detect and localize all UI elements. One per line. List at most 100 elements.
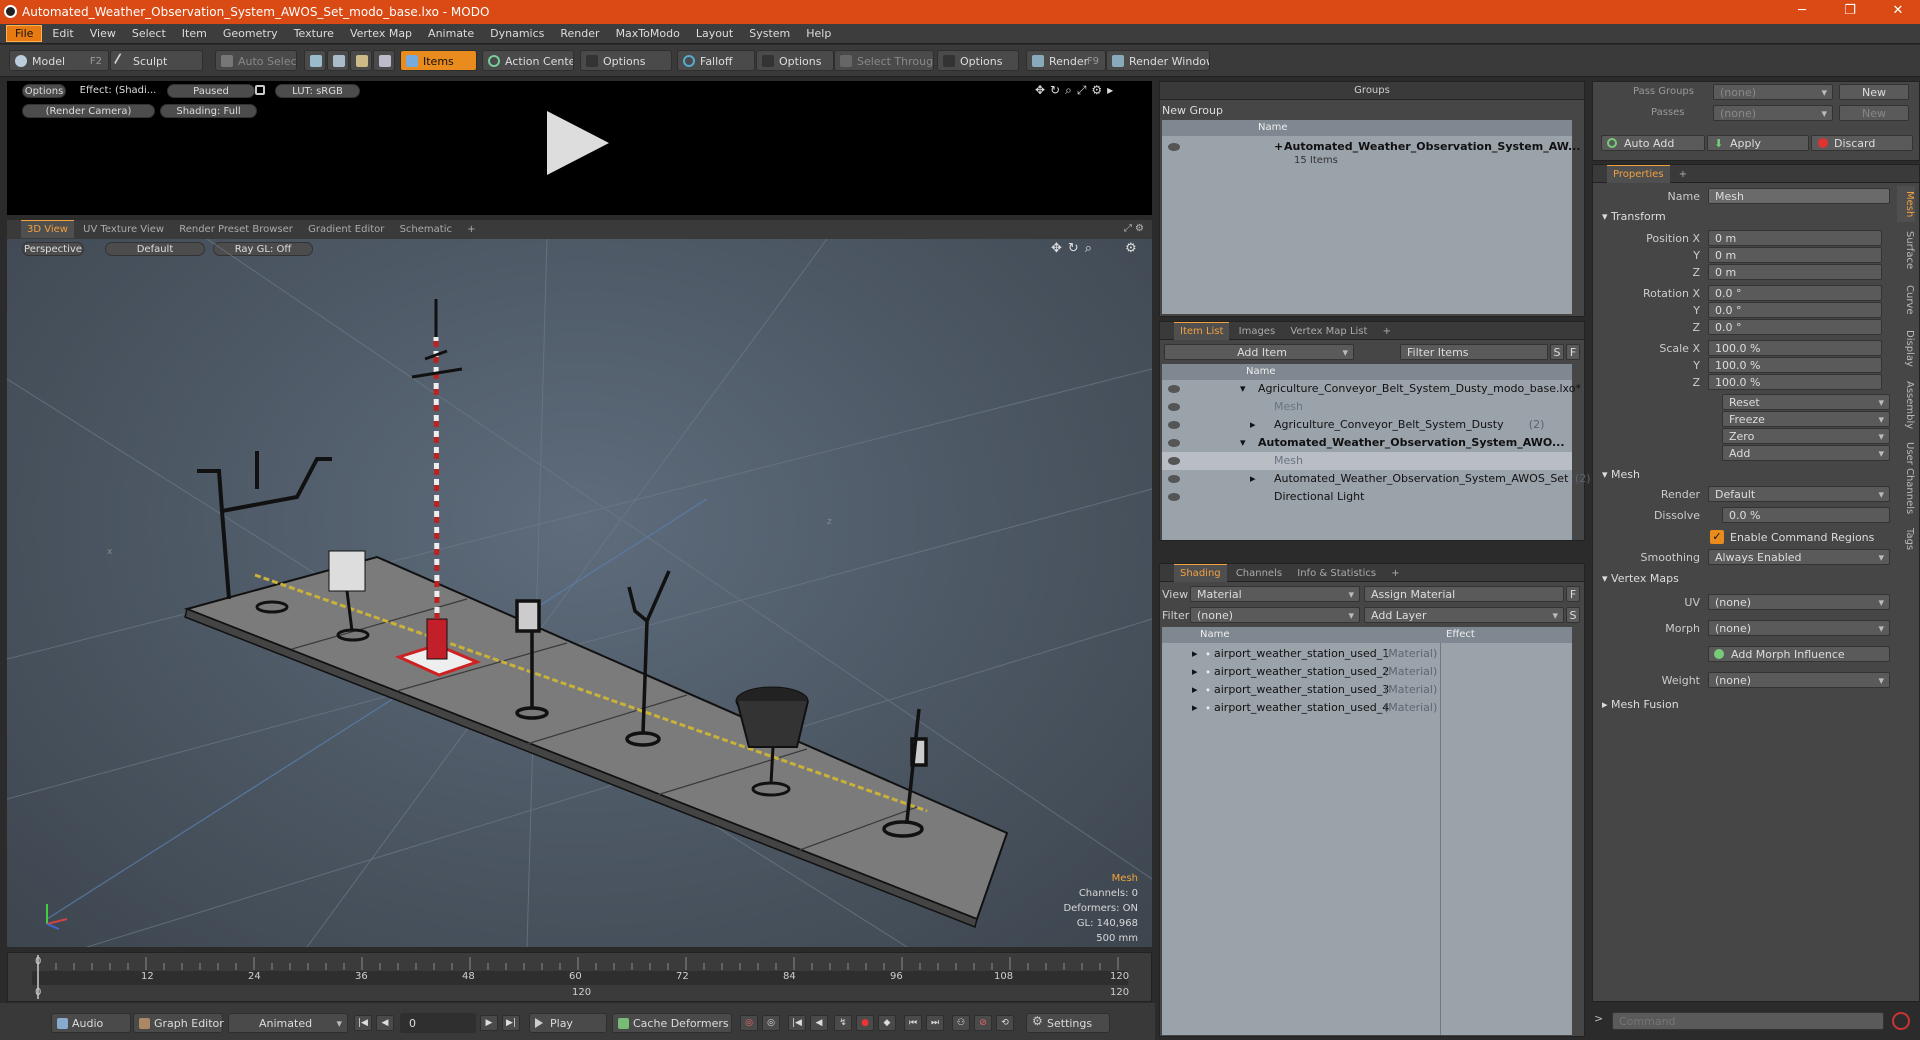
morph-dropdown[interactable]: (none) [1708,620,1890,637]
auto-add-button[interactable]: Auto Add [1601,135,1705,151]
minimize-icon[interactable]: ─ [1782,3,1822,18]
rotation-y-field[interactable]: 0.0 ° [1708,302,1882,318]
key-filter-icon[interactable]: ◎ [762,1015,780,1031]
expand-icon[interactable]: ▸ [1192,699,1198,717]
visibility-eye-icon[interactable] [1168,385,1180,393]
side-tab-surface[interactable]: Surface [1897,228,1915,272]
expand-icon[interactable]: ▾ [1240,380,1246,398]
skip-start-icon[interactable]: ⏮ [904,1015,922,1031]
discard-button[interactable]: Discard [1811,135,1913,151]
menu-item[interactable]: Item [174,24,215,44]
add-item-dropdown[interactable]: Add Item [1164,344,1354,361]
add-tab-icon[interactable]: + [1377,323,1397,341]
uv-dropdown[interactable]: (none) [1708,594,1890,611]
command-stop-icon[interactable] [1892,1012,1910,1030]
edge-mode-button[interactable] [327,50,349,71]
vertex-maps-section[interactable]: ▾ Vertex Maps [1602,572,1679,585]
render-camera-dropdown[interactable]: (Render Camera) [22,104,155,118]
menu-render[interactable]: Render [552,24,607,44]
new-group-button[interactable]: New Group [1162,104,1223,117]
reset-dropdown[interactable]: Reset [1722,394,1890,411]
weight-dropdown[interactable]: (none) [1708,672,1890,689]
prev-frame-icon[interactable]: |◀ [788,1015,806,1031]
key-icon[interactable]: ◎ [740,1015,758,1031]
add-tab-icon[interactable]: + [1673,166,1693,184]
command-regions-checkbox[interactable]: ✓ [1710,530,1724,544]
render-button[interactable]: Render F9 [1026,50,1106,71]
item-row[interactable]: Mesh [1162,452,1572,470]
item-row[interactable]: Directional Light [1162,488,1572,506]
item-row[interactable]: ▸ Agriculture_Conveyor_Belt_System_Dusty (… [1162,416,1572,434]
side-tab-user-channels[interactable]: User Channels [1897,438,1915,518]
shading-f-button[interactable]: F [1566,586,1580,602]
tab-gradient-editor[interactable]: Gradient Editor [302,221,390,239]
select-through-button[interactable]: Select Through [834,50,934,71]
restore-icon[interactable]: ❐ [1830,3,1870,18]
select-through-options-button[interactable]: Options [937,50,1019,71]
sync-icon[interactable]: ⚇ [952,1015,970,1031]
expand-icon[interactable]: ▾ [1240,434,1246,452]
menu-view[interactable]: View [82,24,124,44]
menu-help[interactable]: Help [798,24,839,44]
tab-info-statistics[interactable]: Info & Statistics [1291,565,1382,583]
tab-render-preset-browser[interactable]: Render Preset Browser [173,221,299,239]
vertex-mode-button[interactable] [304,50,326,71]
loop-icon[interactable]: ⟲ [996,1015,1014,1031]
play-button[interactable]: Play [529,1013,607,1033]
expand-icon[interactable]: ▸ [1250,416,1256,434]
visibility-eye-icon[interactable] [1168,439,1180,447]
groups-list[interactable]: Name + Automated_Weather_Observation_Sys… [1162,120,1581,314]
settings-button[interactable]: ⚙ Settings [1026,1013,1110,1033]
item-row[interactable]: ▸ Automated_Weather_Observation_System_AW… [1162,470,1591,488]
tab-3d-view[interactable]: 3D View [21,220,74,238]
lut-dropdown[interactable]: LUT: sRGB [275,84,360,98]
add-tab-icon[interactable]: + [1385,565,1405,583]
item-row[interactable]: ▾ Agriculture_Conveyor_Belt_System_Dusty_… [1162,380,1581,398]
close-icon[interactable]: ✕ [1878,3,1918,18]
rotation-z-field[interactable]: 0.0 ° [1708,319,1882,335]
new-pass-group-button[interactable]: New [1839,84,1909,100]
model-button[interactable]: Model F2 [9,50,109,71]
tab-vertex-map-list[interactable]: Vertex Map List [1284,323,1373,341]
add-tab-icon[interactable]: + [461,221,481,239]
skip-end-icon[interactable]: ⏭ [926,1015,944,1031]
item-row[interactable]: Mesh [1162,398,1572,416]
menu-system[interactable]: System [741,24,798,44]
viewport-settings-icon[interactable]: ⤢ ⚙ [1124,223,1144,234]
first-frame-icon[interactable]: |◀ [354,1015,372,1031]
material-row[interactable]: ▸ ⬩ airport_weather_station_used_2 (Materia… [1162,663,1572,681]
action-center-button[interactable]: Action Center [482,50,574,71]
side-tab-mesh[interactable]: Mesh [1897,186,1915,222]
material-row[interactable]: ▸ ⬩ airport_weather_station_used_4 (Materia… [1162,699,1572,717]
shading-dropdown[interactable]: Shading: Full [160,104,257,118]
tab-uv-texture-view[interactable]: UV Texture View [77,221,170,239]
shading-s-button[interactable]: S [1566,607,1580,623]
falloff-options-button[interactable]: Options [756,50,834,71]
side-tab-tags[interactable]: Tags [1897,524,1915,554]
render-dropdown[interactable]: Default [1708,486,1890,503]
visibility-eye-icon[interactable] [1168,421,1180,429]
visibility-eye-icon[interactable] [1168,457,1180,465]
freeze-dropdown[interactable]: Freeze [1722,411,1890,428]
zero-dropdown[interactable]: Zero [1722,428,1890,445]
render-preview[interactable]: Options Effect: (Shadi... Paused LUT: sR… [7,81,1152,215]
item-tree[interactable]: Name ▾ Agriculture_Conveyor_Belt_System_D… [1162,364,1591,540]
menu-geometry[interactable]: Geometry [215,24,286,44]
material-mode-button[interactable] [373,50,395,71]
play-render-icon[interactable] [547,111,609,175]
items-button[interactable]: Items [400,50,477,71]
menu-maxtomodo[interactable]: MaxToModo [608,24,688,44]
tab-schematic[interactable]: Schematic [394,221,458,239]
graph-editor-button[interactable]: Graph Editor [133,1013,224,1033]
menu-dynamics[interactable]: Dynamics [482,24,552,44]
play-reverse-icon[interactable]: ◀ [810,1015,828,1031]
expand-icon[interactable]: ▸ [1192,681,1198,699]
menu-select[interactable]: Select [124,24,174,44]
group-visibility-icon[interactable] [1168,143,1180,151]
item-search-button[interactable]: S [1550,344,1564,360]
lock-icon[interactable] [255,85,265,95]
tab-shading[interactable]: Shading [1174,564,1227,582]
smoothing-dropdown[interactable]: Always Enabled [1708,549,1890,566]
menu-vertex-map[interactable]: Vertex Map [342,24,420,44]
render-options-button[interactable]: Options [22,84,66,98]
